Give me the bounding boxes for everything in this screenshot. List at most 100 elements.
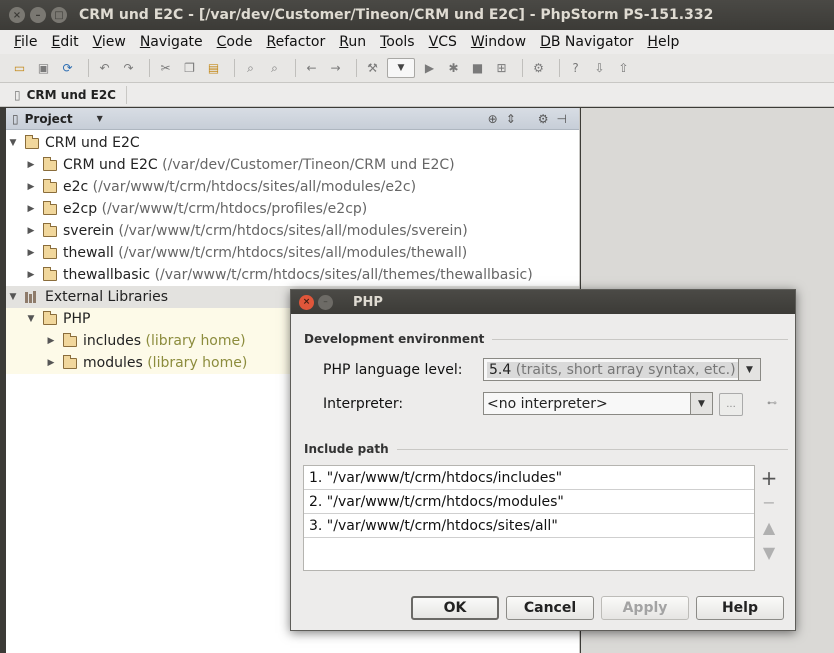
collapsed-arrow-icon[interactable]: ▶ [24, 270, 38, 280]
cancel-button[interactable]: Cancel [506, 596, 594, 620]
collapsed-arrow-icon[interactable]: ▶ [24, 226, 38, 236]
tree-item[interactable]: ▶ CRM und E2C (/var/dev/Customer/Tineon/… [6, 154, 579, 176]
apply-button[interactable]: Apply [601, 596, 689, 620]
menu-bar: File Edit View Navigate Code Refactor Ru… [0, 30, 834, 54]
tree-root[interactable]: ▼ CRM und E2C [6, 132, 579, 154]
expanded-arrow-icon[interactable]: ▼ [6, 138, 20, 148]
save-icon[interactable]: ▣ [34, 59, 53, 78]
coverage-icon[interactable]: ⊞ [492, 59, 511, 78]
collapse-all-icon[interactable]: ⇕ [506, 112, 516, 126]
forward-icon[interactable]: → [326, 59, 345, 78]
menu-tools[interactable]: Tools [373, 34, 422, 50]
toolbar-separator [356, 59, 357, 77]
dialog-title-bar: × – PHP [291, 290, 795, 314]
close-window-icon[interactable]: × [9, 7, 25, 23]
gear-icon[interactable]: ⚙ [538, 112, 549, 126]
include-path-section-label: Include path [304, 442, 389, 456]
add-icon[interactable]: + [761, 465, 778, 490]
interpreter-browse-button[interactable]: ... [719, 393, 743, 416]
collapsed-arrow-icon[interactable]: ▶ [24, 204, 38, 214]
copy-icon[interactable]: ❐ [180, 59, 199, 78]
replace-icon[interactable]: ⌕ [265, 59, 284, 78]
help-icon[interactable]: ? [566, 59, 585, 78]
collapsed-arrow-icon[interactable]: ▶ [44, 336, 58, 346]
tree-item-path: (/var/www/t/crm/htdocs/sites/all/modules… [118, 223, 468, 239]
include-path-row[interactable]: 1. "/var/www/t/crm/htdocs/includes" [304, 466, 754, 490]
collapsed-arrow-icon[interactable]: ▶ [44, 358, 58, 368]
tree-item[interactable]: ▶ e2c (/var/www/t/crm/htdocs/sites/all/m… [6, 176, 579, 198]
menu-refactor[interactable]: Refactor [259, 34, 332, 50]
undo-icon[interactable]: ↶ [95, 59, 114, 78]
tree-item-path: (/var/www/t/crm/htdocs/sites/all/modules… [92, 179, 417, 195]
menu-navigate[interactable]: Navigate [133, 34, 210, 50]
library-child-note: (library home) [145, 333, 246, 349]
menu-vcs[interactable]: VCS [422, 34, 464, 50]
library-child-name: modules [83, 355, 143, 371]
settings-icon[interactable]: ⚙ [529, 59, 548, 78]
tree-root-label: CRM und E2C [45, 135, 140, 151]
maximize-window-icon[interactable]: □ [51, 7, 67, 23]
library-child-name: includes [83, 333, 142, 349]
redo-icon[interactable]: ↷ [119, 59, 138, 78]
tree-item-name: e2cp [63, 201, 98, 217]
run-config-dropdown[interactable]: ▼ [387, 58, 415, 78]
sync-icon[interactable]: ⟳ [58, 59, 77, 78]
stop-icon[interactable]: ■ [468, 59, 487, 78]
menu-help[interactable]: Help [640, 34, 686, 50]
hide-panel-icon[interactable]: ⊣ [557, 112, 567, 126]
minimize-window-icon[interactable]: – [30, 7, 46, 23]
include-path-row[interactable]: 3. "/var/www/t/crm/htdocs/sites/all" [304, 514, 754, 538]
menu-run[interactable]: Run [332, 34, 373, 50]
vcs-commit-icon[interactable]: ⇧ [614, 59, 633, 78]
collapsed-arrow-icon[interactable]: ▶ [24, 160, 38, 170]
paste-icon[interactable]: ▤ [204, 59, 223, 78]
menu-db-navigator[interactable]: DB Navigator [533, 34, 640, 50]
menu-window[interactable]: Window [464, 34, 533, 50]
back-icon[interactable]: ← [302, 59, 321, 78]
folder-icon [63, 332, 77, 347]
remove-icon[interactable]: − [762, 490, 775, 515]
build-icon[interactable]: ⚒ [363, 59, 382, 78]
language-level-select[interactable]: 5.4 (traits, short array syntax, etc.) ▼ [483, 358, 761, 381]
collapsed-arrow-icon[interactable]: ▶ [24, 182, 38, 192]
find-icon[interactable]: ⌕ [241, 59, 260, 78]
toolbar-separator [234, 59, 235, 77]
ok-button[interactable]: OK [411, 596, 499, 620]
help-button[interactable]: Help [696, 596, 784, 620]
menu-file[interactable]: File [7, 34, 44, 50]
cut-icon[interactable]: ✂ [156, 59, 175, 78]
move-down-icon[interactable]: ▼ [763, 540, 775, 565]
expanded-arrow-icon[interactable]: ▼ [6, 292, 20, 302]
close-icon[interactable]: × [299, 294, 314, 310]
collapsed-arrow-icon[interactable]: ▶ [24, 248, 38, 258]
debug-icon[interactable]: ✱ [444, 59, 463, 78]
include-path-row[interactable]: 2. "/var/www/t/crm/htdocs/modules" [304, 490, 754, 514]
breadcrumb[interactable]: ▯ CRM und E2C [14, 85, 127, 104]
chevron-down-icon[interactable]: ▼ [738, 359, 760, 380]
title-bar: × – □ CRM und E2C - [/var/dev/Customer/T… [0, 0, 834, 30]
toolbar-separator [88, 59, 89, 77]
open-folder-icon[interactable]: ▭ [10, 59, 29, 78]
tree-item-name: thewallbasic [63, 267, 151, 283]
chevron-down-icon[interactable]: ▼ [97, 114, 103, 123]
minimize-icon[interactable]: – [318, 294, 333, 310]
project-panel-title: Project [24, 111, 73, 126]
menu-code[interactable]: Code [210, 34, 260, 50]
run-icon[interactable]: ▶ [420, 59, 439, 78]
interpreter-select[interactable]: <no interpreter> ▼ [483, 392, 713, 415]
tree-item[interactable]: ▶ thewall (/var/www/t/crm/htdocs/sites/a… [6, 242, 579, 264]
vcs-update-icon[interactable]: ⇩ [590, 59, 609, 78]
scroll-from-source-icon[interactable]: ⊕ [488, 112, 498, 126]
include-path-list[interactable]: 1. "/var/www/t/crm/htdocs/includes" 2. "… [303, 465, 755, 571]
menu-edit[interactable]: Edit [44, 34, 85, 50]
move-up-icon[interactable]: ▲ [763, 515, 775, 540]
dialog-side-icon: ⊷ [767, 398, 777, 409]
menu-view[interactable]: View [86, 34, 133, 50]
tree-item[interactable]: ▶ sverein (/var/www/t/crm/htdocs/sites/a… [6, 220, 579, 242]
chevron-down-icon[interactable]: ▼ [690, 393, 712, 414]
tree-item[interactable]: ▶ thewallbasic (/var/www/t/crm/htdocs/si… [6, 264, 579, 286]
expanded-arrow-icon[interactable]: ▼ [24, 314, 38, 324]
main-toolbar: ▭ ▣ ⟳ ↶ ↷ ✂ ❐ ▤ ⌕ ⌕ ← → ⚒ ▼ ▶ ✱ ■ ⊞ ⚙ ? … [0, 54, 834, 83]
tree-item[interactable]: ▶ e2cp (/var/www/t/crm/htdocs/profiles/e… [6, 198, 579, 220]
